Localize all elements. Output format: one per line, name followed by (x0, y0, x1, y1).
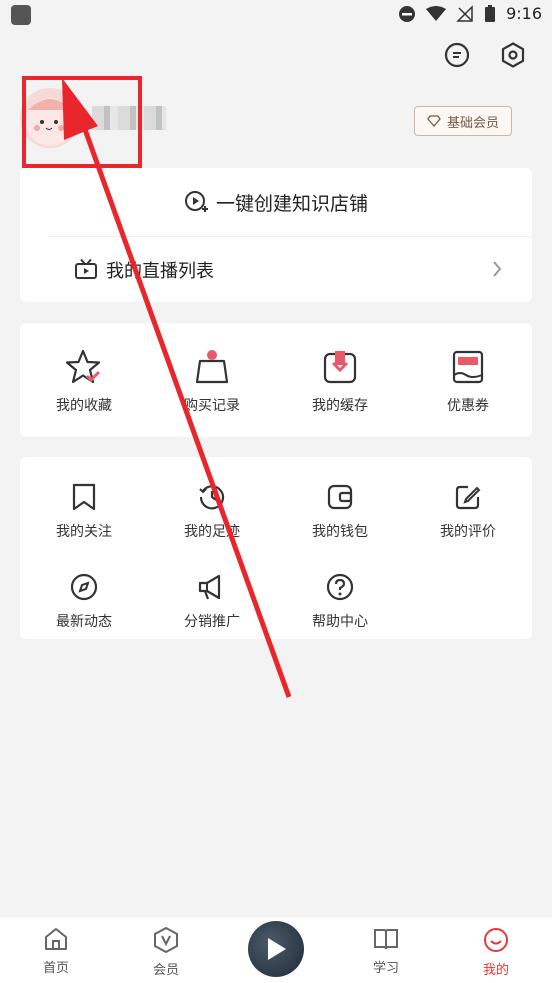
nav-vip[interactable]: 会员 (136, 927, 196, 978)
nav-profile[interactable]: 我的 (466, 927, 526, 978)
grid-item-coupons[interactable]: 优惠券 (404, 323, 532, 437)
grid-label: 我的钱包 (312, 524, 368, 540)
live-list-row[interactable]: 我的直播列表 (20, 237, 532, 302)
grid-label: 帮助中心 (312, 614, 368, 630)
history-icon (199, 485, 225, 510)
grid-label: 购买记录 (184, 398, 240, 414)
nav-label: 会员 (152, 963, 179, 978)
annotation-highlight-box (22, 76, 142, 168)
live-list-label: 我的直播列表 (106, 260, 214, 282)
grid-label: 我的缓存 (312, 398, 368, 414)
nav-label: 我的 (482, 963, 509, 978)
member-badge[interactable]: 基础会员 (413, 106, 512, 136)
chevron-right-icon (493, 261, 502, 277)
play-icon (268, 938, 286, 960)
grid-item-cache[interactable]: 我的缓存 (276, 323, 404, 437)
bottom-nav: 首页 会员 学习 我的 (0, 916, 552, 983)
grid-item-favorites[interactable]: 我的收藏 (20, 323, 148, 437)
status-icons: 9:16 (398, 4, 542, 23)
create-shop-button[interactable]: 一键创建知识店铺 (20, 168, 532, 236)
grid-label: 我的收藏 (56, 398, 112, 414)
battery-icon (485, 4, 496, 22)
top-actions (444, 42, 526, 68)
grid-label: 分销推广 (184, 614, 240, 630)
diamond-icon (427, 115, 441, 127)
create-shop-label: 一键创建知识店铺 (215, 192, 368, 215)
tools-card: 我的关注 我的足迹 我的钱包 我的评价 最新动态 分销推广 帮助中心 (20, 457, 532, 639)
grid-item-purchases[interactable]: 购买记录 (148, 323, 276, 437)
grid-label: 我的评价 (440, 524, 496, 540)
book-icon (374, 929, 398, 950)
coupon-icon (452, 350, 484, 384)
grid-label: 我的足迹 (184, 524, 240, 540)
nav-label: 首页 (42, 961, 69, 976)
status-bar: 9:16 (0, 0, 552, 32)
star-icon (65, 349, 101, 384)
nav-study[interactable]: 学习 (356, 927, 416, 976)
wallet-icon (327, 484, 353, 510)
center-play-button[interactable] (248, 921, 304, 977)
grid-label: 优惠券 (447, 398, 489, 414)
app-notification-icon (11, 5, 31, 25)
home-icon (45, 928, 67, 950)
profile-icon (484, 928, 508, 952)
shop-live-card: 一键创建知识店铺 我的直播列表 (20, 168, 532, 302)
grid-label: 最新动态 (56, 614, 112, 630)
bookmark-icon (72, 483, 96, 511)
grid-item-news[interactable]: 最新动态 (20, 547, 148, 637)
member-badge-label: 基础会员 (446, 115, 499, 131)
dnd-icon (399, 5, 416, 22)
grid-item-distribution[interactable]: 分销推广 (148, 547, 276, 637)
message-icon[interactable] (444, 42, 470, 68)
compass-icon (70, 573, 98, 601)
nav-home[interactable]: 首页 (26, 927, 86, 976)
shopping-bag-icon (195, 350, 229, 384)
megaphone-icon (198, 574, 221, 600)
nav-label: 学习 (372, 961, 399, 976)
grid-item-history[interactable]: 我的足迹 (148, 457, 276, 547)
help-icon (326, 573, 354, 601)
wifi-icon (426, 5, 447, 21)
grid-item-help[interactable]: 帮助中心 (276, 547, 404, 637)
settings-icon[interactable] (500, 42, 526, 68)
quick-actions-card: 我的收藏 购买记录 我的缓存 优惠券 (20, 323, 532, 437)
no-signal-icon (456, 4, 473, 22)
vip-icon (154, 927, 178, 953)
download-icon (323, 351, 357, 384)
grid-label: 我的关注 (56, 524, 112, 540)
grid-item-reviews[interactable]: 我的评价 (404, 457, 532, 547)
play-add-icon (184, 191, 208, 212)
clock: 9:16 (506, 4, 542, 23)
tv-icon (75, 259, 97, 279)
grid-item-wallet[interactable]: 我的钱包 (276, 457, 404, 547)
edit-icon (455, 485, 481, 510)
grid-item-follows[interactable]: 我的关注 (20, 457, 148, 547)
